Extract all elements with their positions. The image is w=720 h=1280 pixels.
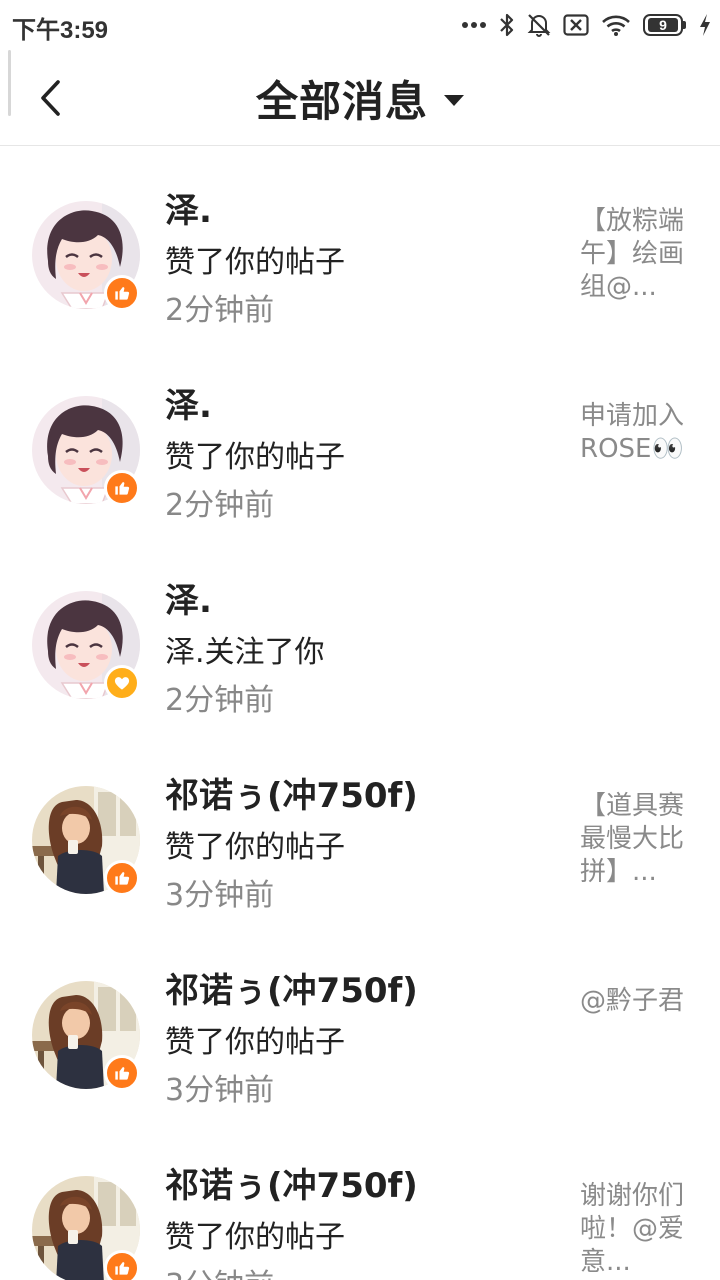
more-dots-icon	[461, 21, 487, 29]
status-icons: 9	[461, 10, 712, 40]
post-preview[interactable]: 【道具赛最慢大比拼】...	[580, 790, 690, 889]
user-name[interactable]: 祁诺ぅ(冲750f)	[165, 768, 418, 817]
page-title: 全部消息	[255, 76, 428, 126]
action-text: 泽.关注了你	[165, 635, 325, 670]
user-name[interactable]: 泽.	[165, 573, 212, 622]
like-thumb-badge-icon	[104, 1055, 140, 1091]
top-bar: 全部消息	[0, 50, 720, 146]
post-preview[interactable]: 【放粽端午】绘画组@...	[580, 205, 690, 304]
status-time: 下午3:59	[12, 17, 109, 44]
notification-item[interactable]: 泽. 赞了你的帖子 2分钟前 申请加入ROSE👀	[0, 342, 720, 537]
like-thumb-badge-icon	[104, 860, 140, 896]
notification-item[interactable]: 泽. 赞了你的帖子 2分钟前 【放粽端午】绘画组@...	[0, 147, 720, 342]
timestamp: 3分钟前	[165, 878, 275, 913]
notification-item[interactable]: 祁诺ぅ(冲750f) 赞了你的帖子 3分钟前 @黔子君	[0, 927, 720, 1122]
notification-item[interactable]: 泽. 泽.关注了你 2分钟前	[0, 537, 720, 732]
message-filter-dropdown[interactable]: 全部消息	[0, 68, 720, 128]
action-text: 赞了你的帖子	[165, 830, 345, 865]
battery-level: 9	[659, 17, 667, 33]
timestamp: 2分钟前	[165, 683, 275, 718]
action-text: 赞了你的帖子	[165, 245, 345, 280]
notification-item[interactable]: 祁诺ぅ(冲750f) 赞了你的帖子 3分钟前 【道具赛最慢大比拼】...	[0, 732, 720, 927]
like-thumb-badge-icon	[104, 275, 140, 311]
status-bar: 下午3:59 9	[0, 0, 720, 50]
bluetooth-icon	[499, 12, 515, 38]
like-thumb-badge-icon	[104, 470, 140, 506]
user-name[interactable]: 泽.	[165, 183, 212, 232]
post-preview[interactable]: 申请加入ROSE👀	[580, 400, 690, 466]
post-preview[interactable]: 谢谢你们啦！@爱意...	[580, 1180, 690, 1279]
action-text: 赞了你的帖子	[165, 1220, 345, 1255]
like-thumb-badge-icon	[104, 1250, 140, 1280]
user-name[interactable]: 泽.	[165, 378, 212, 427]
follow-heart-badge-icon	[104, 665, 140, 701]
timestamp: 2分钟前	[165, 488, 275, 523]
post-preview[interactable]: @黔子君	[580, 985, 690, 1018]
battery-icon: 9	[643, 14, 686, 36]
notification-item[interactable]: 祁诺ぅ(冲750f) 赞了你的帖子 3分钟前 谢谢你们啦！@爱意...	[0, 1122, 720, 1280]
timestamp: 2分钟前	[165, 293, 275, 328]
caret-down-icon	[444, 94, 464, 106]
no-sim-icon	[563, 14, 589, 36]
user-name[interactable]: 祁诺ぅ(冲750f)	[165, 963, 418, 1012]
user-name[interactable]: 祁诺ぅ(冲750f)	[165, 1158, 418, 1207]
timestamp: 3分钟前	[165, 1073, 275, 1108]
action-text: 赞了你的帖子	[165, 440, 345, 475]
timestamp: 3分钟前	[165, 1260, 274, 1280]
notification-list: 泽. 赞了你的帖子 2分钟前 【放粽端午】绘画组@... 泽. 赞了你的帖子 2…	[0, 147, 720, 1280]
mute-bell-icon	[527, 12, 551, 38]
wifi-icon	[601, 14, 631, 36]
charging-icon	[698, 13, 712, 37]
action-text: 赞了你的帖子	[165, 1025, 345, 1060]
